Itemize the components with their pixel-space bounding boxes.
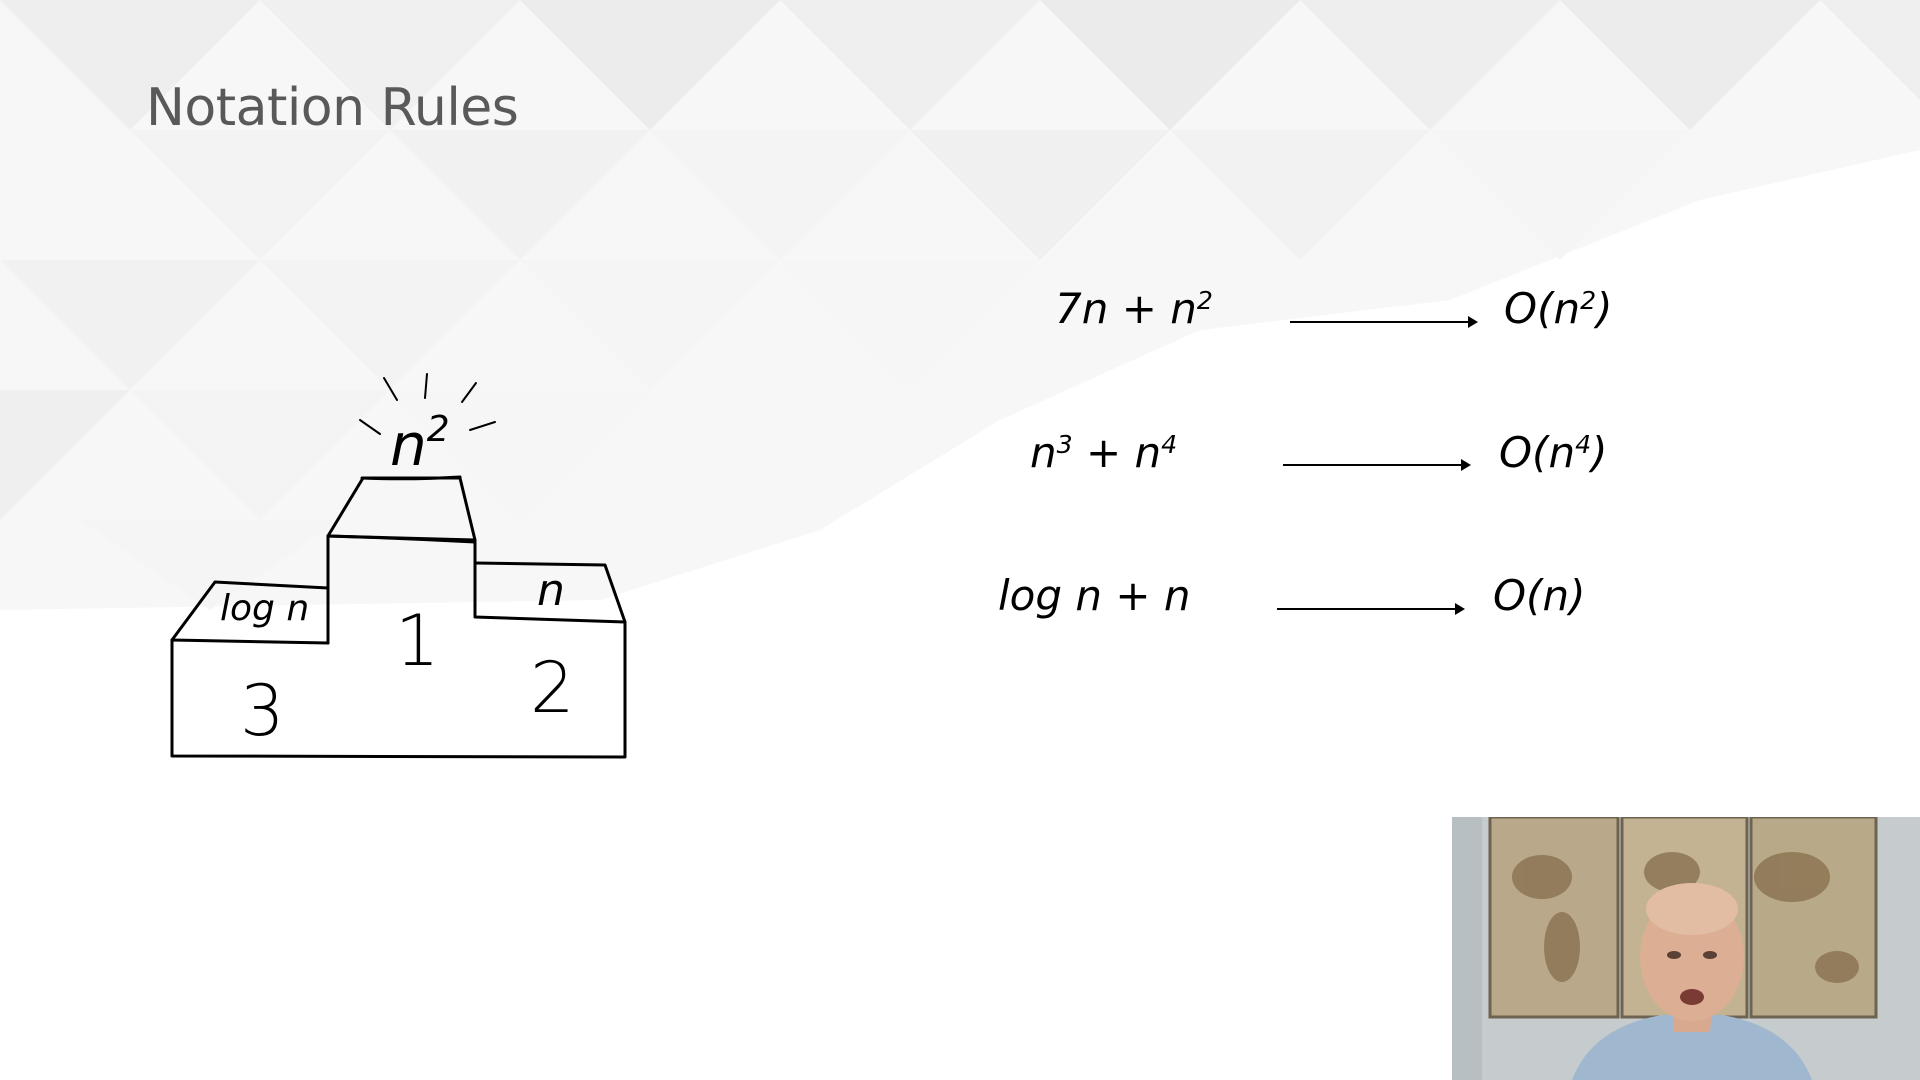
podium-first-number: 1 bbox=[395, 600, 440, 682]
podium-third-label: log n bbox=[220, 588, 309, 629]
rule-expression: n3 + n4 bbox=[1030, 428, 1178, 477]
map-panel-right bbox=[1749, 817, 1878, 1019]
podium-third-number: 3 bbox=[240, 670, 285, 752]
rule-expression: 7n + n2 bbox=[1055, 284, 1213, 333]
right-arrow-icon bbox=[1277, 603, 1465, 615]
podium-top-label: n2 bbox=[390, 409, 450, 479]
podium-first-block bbox=[326, 534, 627, 645]
podium-second-label: n bbox=[537, 565, 565, 616]
right-arrow-icon bbox=[1283, 459, 1471, 471]
slide-title: Notation Rules bbox=[146, 78, 519, 138]
rule-result: O(n2) bbox=[1504, 284, 1613, 333]
rule-expression: log n + n bbox=[998, 571, 1191, 620]
right-arrow-icon bbox=[1290, 316, 1478, 328]
presenter-webcam bbox=[1452, 817, 1920, 1080]
podium-first-top bbox=[326, 476, 477, 542]
podium-illustration: n2 log n n 1 2 3 bbox=[170, 373, 627, 759]
rule-result: O(n) bbox=[1493, 571, 1586, 620]
rule-result: O(n4) bbox=[1499, 428, 1608, 477]
podium-second-number: 2 bbox=[530, 647, 575, 729]
